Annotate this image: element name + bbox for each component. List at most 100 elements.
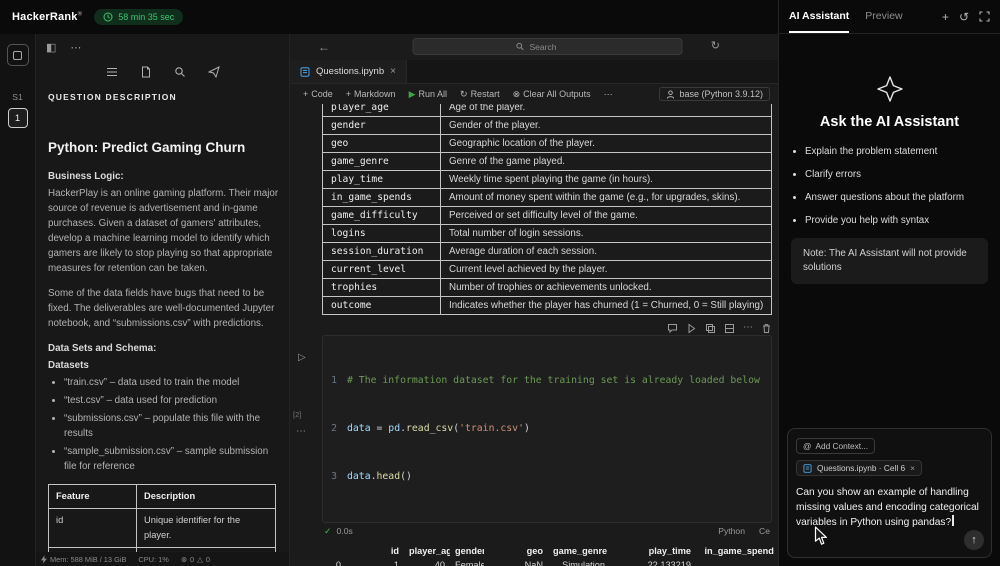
refresh-icon[interactable]: ↻ (711, 39, 720, 52)
schema-feature-cell: play_time (322, 170, 441, 189)
schema-row: session_duration Average duration of eac… (322, 242, 772, 261)
question-number-button[interactable]: 1 (7, 108, 28, 128)
tab-close-icon[interactable]: × (390, 66, 396, 77)
notebook-content[interactable]: player_age Age of the player. gender Gen… (290, 104, 778, 566)
schema-feature-cell: in_game_spends (322, 188, 441, 207)
code-line: 3 data.head() (331, 471, 412, 482)
schema-description-cell: Amount of money spent within the game (e… (440, 188, 772, 207)
tab-ai-assistant[interactable]: AI Assistant (789, 0, 850, 33)
cell-language-label[interactable]: Python (718, 526, 745, 536)
tab-preview[interactable]: Preview (865, 0, 902, 33)
dataframe-header-row: id player_age gender geo game_genre play_time… (322, 544, 774, 558)
copy-icon[interactable] (705, 323, 716, 334)
output-more-icon[interactable]: ⋯ (296, 426, 306, 437)
panel-more-icon[interactable]: ⋯ (70, 41, 81, 54)
comment-icon[interactable] (667, 323, 678, 334)
run-all-button[interactable]: ▶ Run All (404, 87, 452, 102)
right-tab-bar: AI Assistant Preview + ↺ (779, 0, 1000, 34)
execution-duration: 0.0s (336, 526, 353, 536)
schema-row: current_level Current level achieved by … (322, 260, 772, 279)
document-icon[interactable] (140, 66, 152, 78)
code-cell-editor[interactable]: 1 # The information dataset for the train… (322, 335, 772, 523)
dataframe-row: 0 1 40 Female NaN Simulation 22.133219 0… (322, 558, 774, 566)
code-line: 1 # The information dataset for the train… (331, 375, 760, 386)
datasets-subheading: Datasets (48, 360, 89, 371)
feature-table-header: Feature (48, 484, 137, 509)
notebook-nav: ← ↻ (290, 34, 778, 60)
add-code-button[interactable]: + Code (298, 87, 338, 101)
timer-badge: 58 min 35 sec (94, 9, 184, 25)
ai-capabilities-list: Explain the problem statement Clarify err… (805, 146, 1000, 226)
datasets-schema-heading: Data Sets and Schema: (48, 343, 157, 354)
dataframe-header-cell: in_game_spends (704, 546, 774, 556)
schema-feature-cell: game_genre (322, 152, 441, 171)
df-gender: Female (455, 560, 484, 566)
dataframe-header-cell: player_age (409, 546, 450, 556)
collapse-panel-icon[interactable]: ◧ (46, 41, 56, 54)
context-chip[interactable]: Questions.ipynb · Cell 6 × (796, 460, 922, 476)
errors-icon: ⊗ (180, 554, 188, 564)
run-cell-gutter-button[interactable]: ▷ (298, 352, 306, 363)
schema-feature-cell: gender (322, 116, 441, 135)
questions-list-icon[interactable] (6, 44, 29, 66)
send-button[interactable]: ↑ (964, 530, 984, 550)
errors-count: 0 (190, 554, 195, 564)
tab-label: Questions.ipynb (316, 66, 385, 77)
kernel-label: base (Python 3.9.12) (679, 89, 763, 99)
schema-description-cell: Average duration of each session. (440, 242, 772, 261)
questions-list-glyph (13, 50, 22, 60)
dataframe-header-cell: id (390, 546, 399, 556)
ai-capability-item: Explain the problem statement (805, 146, 1000, 157)
execution-count: [2] (293, 410, 302, 419)
expand-icon[interactable] (979, 11, 990, 22)
left-rail: S1 1 (0, 34, 36, 566)
new-chat-icon[interactable]: + (942, 10, 949, 24)
send-feedback-icon[interactable] (207, 66, 220, 78)
toolbar-more-icon[interactable]: ⋯ (599, 87, 618, 102)
schema-description-cell: Current level achieved by the player. (440, 260, 772, 279)
global-search[interactable] (412, 38, 683, 55)
question-title: Python: Predict Gaming Churn (48, 140, 246, 155)
df-player-age: 40 (434, 560, 445, 566)
add-markdown-button[interactable]: + Markdown (341, 87, 401, 101)
mouse-cursor (814, 526, 827, 545)
back-icon[interactable]: ← (318, 40, 330, 54)
tab-questions-ipynb[interactable]: Questions.ipynb × (290, 60, 407, 83)
split-cell-icon[interactable] (724, 323, 735, 334)
chat-input[interactable]: Can you show an example of handling miss… (796, 485, 986, 530)
cpu-usage: CPU: 1% (138, 554, 169, 564)
context-chip-close-icon[interactable]: × (910, 463, 915, 473)
dataframe-header-cell: gender (455, 546, 484, 556)
add-context-button[interactable]: @ Add Context... (796, 438, 876, 454)
dataframe-header-cell: geo (526, 546, 543, 556)
run-cell-icon[interactable] (686, 323, 697, 334)
section-label: S1 (12, 92, 23, 102)
schema-row: trophies Number of trophies or achieveme… (322, 278, 772, 297)
history-icon[interactable]: ↺ (959, 10, 969, 24)
clear-icon: ⊗ (512, 88, 521, 99)
schema-description-cell: Age of the player. (440, 104, 772, 117)
restart-button[interactable]: ↻ Restart (455, 87, 505, 102)
dataset-list-item: “submissions.csv” – populate this file w… (64, 411, 279, 441)
search-input[interactable] (529, 41, 580, 52)
up-arrow-icon: ↑ (971, 534, 977, 546)
search-icon[interactable] (174, 66, 186, 78)
dataset-list-item: “train.csv” – data used to train the mod… (64, 375, 279, 390)
ai-capability-item: Clarify errors (805, 169, 1000, 180)
cell-more-icon[interactable]: ⋯ (743, 323, 753, 333)
delete-cell-icon[interactable] (761, 323, 772, 334)
kernel-picker[interactable]: base (Python 3.9.12) (659, 87, 770, 101)
df-play-time: 22.133219 (647, 560, 691, 566)
clear-outputs-button[interactable]: ⊗ Clear All Outputs (508, 87, 596, 102)
status-bar: Mem: 588 MiB / 13 GiB CPU: 1% ⊗ 0 △ 0 (36, 552, 289, 566)
play-icon: ▶ (408, 88, 416, 99)
feature-table: Feature Description id Unique identifier… (48, 484, 276, 552)
schema-row: play_time Weekly time spent playing the … (322, 170, 772, 189)
warnings-count: 0 (205, 554, 210, 564)
schema-description-cell: Number of trophies or achievements unloc… (440, 278, 772, 297)
question-description-header: QUESTION DESCRIPTION (48, 92, 177, 102)
dataframe-header-cell (322, 544, 346, 558)
hackerrank-logo: HackerRank® (12, 11, 83, 23)
outline-menu-icon[interactable] (106, 66, 118, 78)
success-check-icon: ✓ (324, 525, 332, 536)
